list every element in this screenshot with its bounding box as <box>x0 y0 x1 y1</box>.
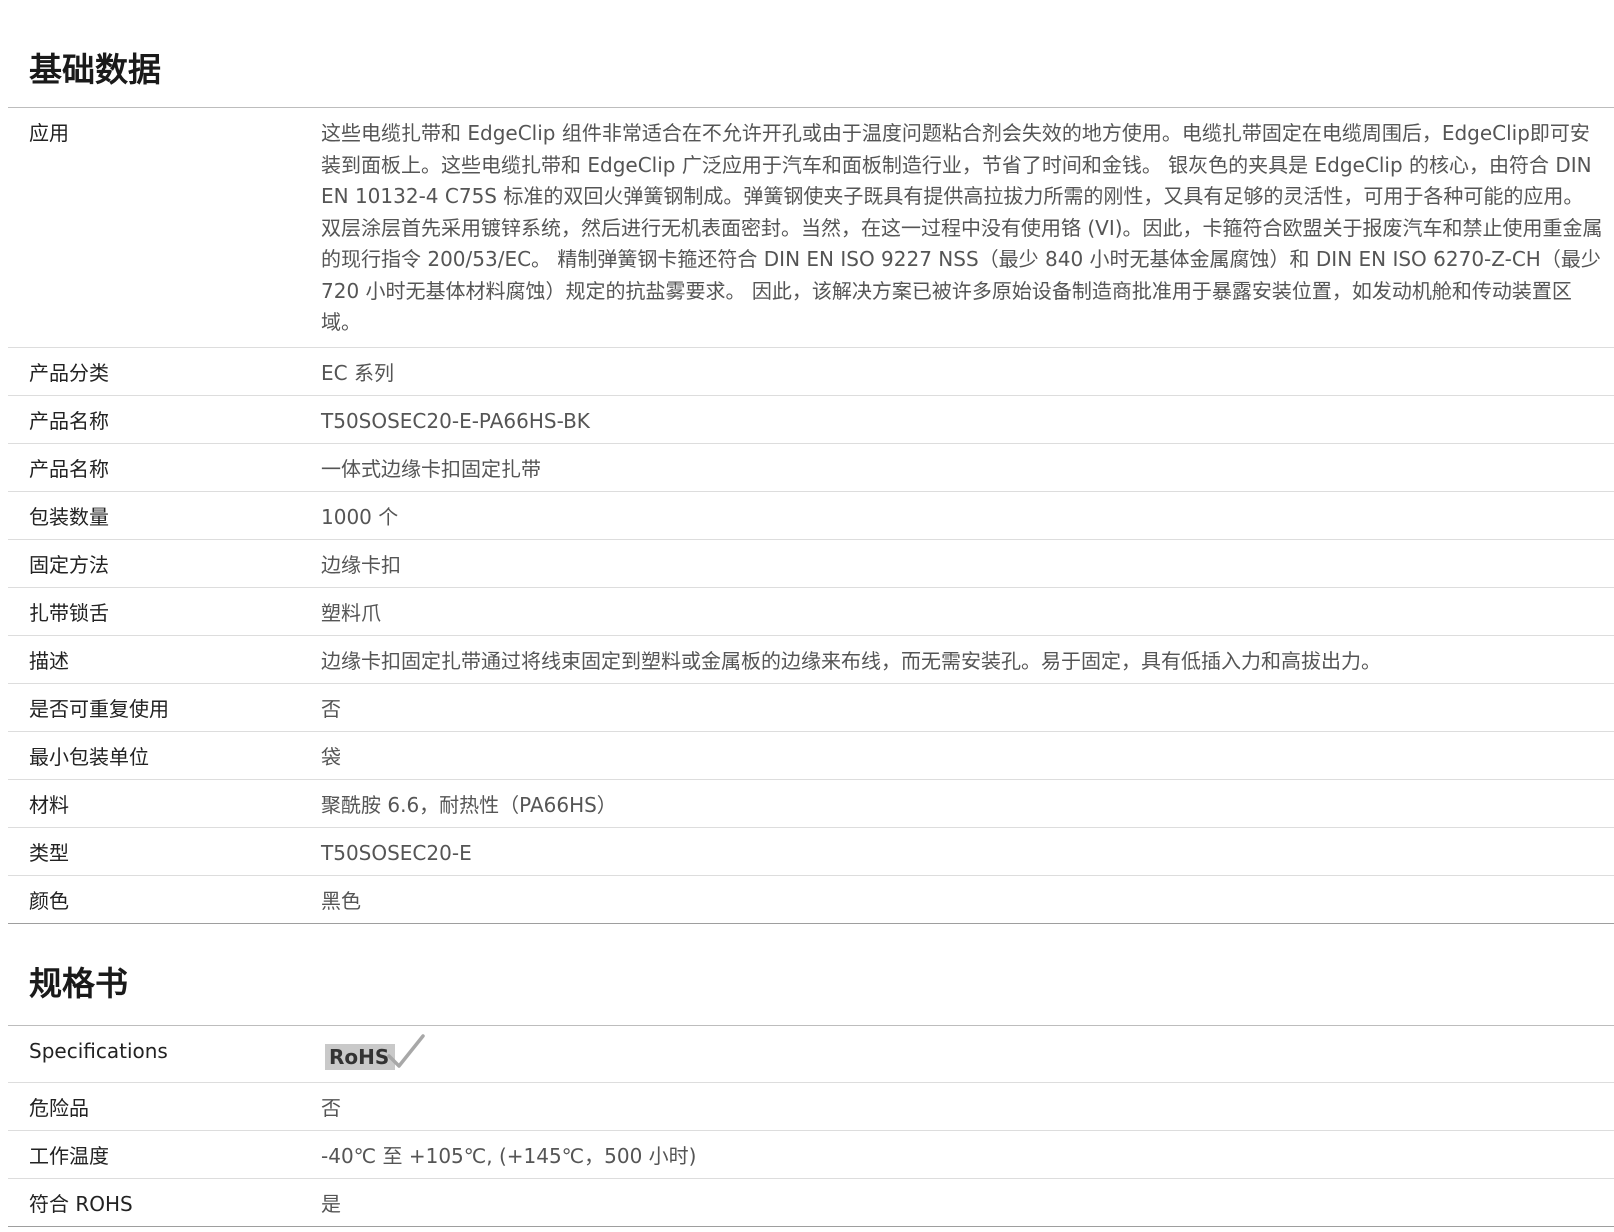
row-label: 固定方法 <box>8 539 321 588</box>
table-row: 工作温度 -40℃ 至 +105℃, (+145℃，500 小时) <box>8 1130 1614 1179</box>
table-row: 产品名称 T50SOSEC20-E-PA66HS-BK <box>8 395 1614 444</box>
row-label: 符合 ROHS <box>8 1178 321 1227</box>
row-label: 产品名称 <box>8 395 321 444</box>
row-value: 聚酰胺 6.6，耐热性（PA66HS） <box>321 779 1614 828</box>
table-row: 符合 ROHS 是 <box>8 1178 1614 1227</box>
row-value: -40℃ 至 +105℃, (+145℃，500 小时) <box>321 1130 1614 1179</box>
section-title-specifications: 规格书 <box>8 924 1614 1026</box>
row-label: 工作温度 <box>8 1130 321 1179</box>
row-value: 1000 个 <box>321 491 1614 540</box>
row-label: 包装数量 <box>8 491 321 540</box>
row-label: 产品分类 <box>8 347 321 396</box>
row-value: T50SOSEC20-E-PA66HS-BK <box>321 395 1614 444</box>
row-label: 是否可重复使用 <box>8 683 321 732</box>
table-row: 是否可重复使用 否 <box>8 683 1614 732</box>
row-value: 边缘卡扣固定扎带通过将线束固定到塑料或金属板的边缘来布线，而无需安装孔。易于固定… <box>321 635 1614 684</box>
basic-data-table: 应用 这些电缆扎带和 EdgeClip 组件非常适合在不允许开孔或由于温度问题粘… <box>8 108 1614 924</box>
table-row: 最小包装单位 袋 <box>8 731 1614 780</box>
row-value: 塑料爪 <box>321 587 1614 636</box>
table-row: 应用 这些电缆扎带和 EdgeClip 组件非常适合在不允许开孔或由于温度问题粘… <box>8 108 1614 348</box>
row-label: 类型 <box>8 827 321 876</box>
row-label: 危险品 <box>8 1082 321 1131</box>
table-row: 产品名称 一体式边缘卡扣固定扎带 <box>8 443 1614 492</box>
table-row: 描述 边缘卡扣固定扎带通过将线束固定到塑料或金属板的边缘来布线，而无需安装孔。易… <box>8 635 1614 684</box>
row-label: 产品名称 <box>8 443 321 492</box>
rohs-badge: RoHS <box>325 1033 425 1070</box>
specifications-table: Specifications RoHS 危险品 否 工作温度 -40℃ 至 +1… <box>8 1025 1614 1227</box>
checkmark-icon <box>387 1033 425 1068</box>
row-value: 是 <box>321 1178 1614 1227</box>
row-value: T50SOSEC20-E <box>321 827 1614 876</box>
row-value: 这些电缆扎带和 EdgeClip 组件非常适合在不允许开孔或由于温度问题粘合剂会… <box>321 108 1614 348</box>
row-label: 最小包装单位 <box>8 731 321 780</box>
row-value: 袋 <box>321 731 1614 780</box>
row-value: EC 系列 <box>321 347 1614 396</box>
row-label: 描述 <box>8 635 321 684</box>
table-row: 产品分类 EC 系列 <box>8 347 1614 396</box>
table-row: 类型 T50SOSEC20-E <box>8 827 1614 876</box>
row-value: RoHS <box>321 1025 1614 1083</box>
row-label: 应用 <box>8 108 321 348</box>
row-label: 材料 <box>8 779 321 828</box>
table-row: 危险品 否 <box>8 1082 1614 1131</box>
row-value: 一体式边缘卡扣固定扎带 <box>321 443 1614 492</box>
application-text: 这些电缆扎带和 EdgeClip 组件非常适合在不允许开孔或由于温度问题粘合剂会… <box>321 121 1603 334</box>
table-row: 颜色 黑色 <box>8 875 1614 924</box>
row-value: 否 <box>321 683 1614 732</box>
row-label: 扎带锁舌 <box>8 587 321 636</box>
row-value: 边缘卡扣 <box>321 539 1614 588</box>
table-row: 固定方法 边缘卡扣 <box>8 539 1614 588</box>
table-row: Specifications RoHS <box>8 1025 1614 1083</box>
row-value: 否 <box>321 1082 1614 1131</box>
table-row: 包装数量 1000 个 <box>8 491 1614 540</box>
table-row: 材料 聚酰胺 6.6，耐热性（PA66HS） <box>8 779 1614 828</box>
row-label: Specifications <box>8 1025 321 1083</box>
row-label: 颜色 <box>8 875 321 924</box>
section-title-basic-data: 基础数据 <box>8 0 1614 108</box>
table-row: 扎带锁舌 塑料爪 <box>8 587 1614 636</box>
row-value: 黑色 <box>321 875 1614 924</box>
